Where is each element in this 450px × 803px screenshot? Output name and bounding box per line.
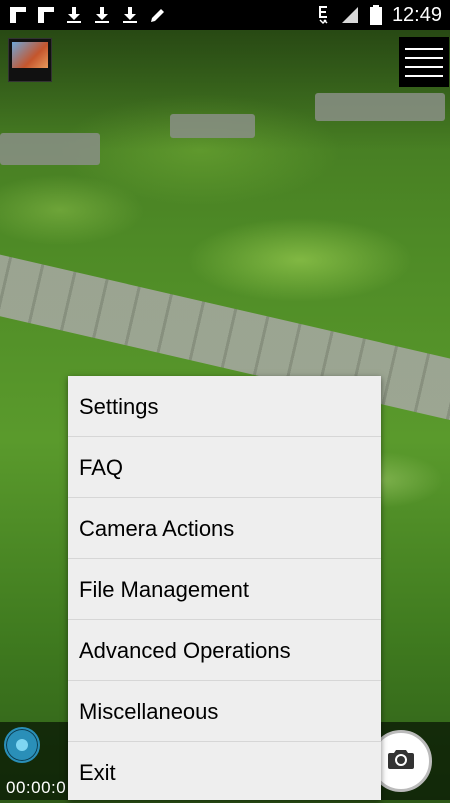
menu-item-faq[interactable]: FAQ: [68, 437, 381, 498]
menu-item-file-management[interactable]: File Management: [68, 559, 381, 620]
pencil-icon: [148, 5, 168, 25]
stone-slab: [170, 114, 255, 138]
download-icon: [120, 5, 140, 25]
options-menu: Settings FAQ Camera Actions File Managem…: [68, 376, 381, 800]
menu-item-advanced-operations[interactable]: Advanced Operations: [68, 620, 381, 681]
hamburger-icon: [405, 65, 443, 68]
menu-item-miscellaneous[interactable]: Miscellaneous: [68, 681, 381, 742]
status-bar: 12:49: [0, 0, 450, 30]
recording-timer: 00:00:0: [6, 778, 67, 797]
signal-icon: [340, 5, 360, 25]
stone-slab: [0, 133, 100, 165]
gallery-thumbnail[interactable]: [8, 38, 52, 82]
download-icon: [92, 5, 112, 25]
clock-time: 12:49: [391, 3, 442, 26]
hamburger-icon: [405, 56, 443, 59]
hamburger-icon: [405, 47, 443, 50]
menu-item-exit[interactable]: Exit: [68, 742, 381, 803]
download-icon: [64, 5, 84, 25]
data-e-icon: [314, 5, 334, 25]
notification-square-icon: [36, 5, 56, 25]
zoom-slider-thumb[interactable]: [4, 727, 40, 763]
last-photo-image: [12, 42, 48, 68]
hamburger-icon: [405, 74, 443, 77]
menu-button[interactable]: [399, 37, 449, 87]
camera-icon: [387, 747, 415, 776]
notification-square-icon: [8, 5, 28, 25]
menu-item-settings[interactable]: Settings: [68, 376, 381, 437]
stone-slab: [315, 93, 445, 121]
menu-item-camera-actions[interactable]: Camera Actions: [68, 498, 381, 559]
battery-icon: [366, 5, 386, 25]
